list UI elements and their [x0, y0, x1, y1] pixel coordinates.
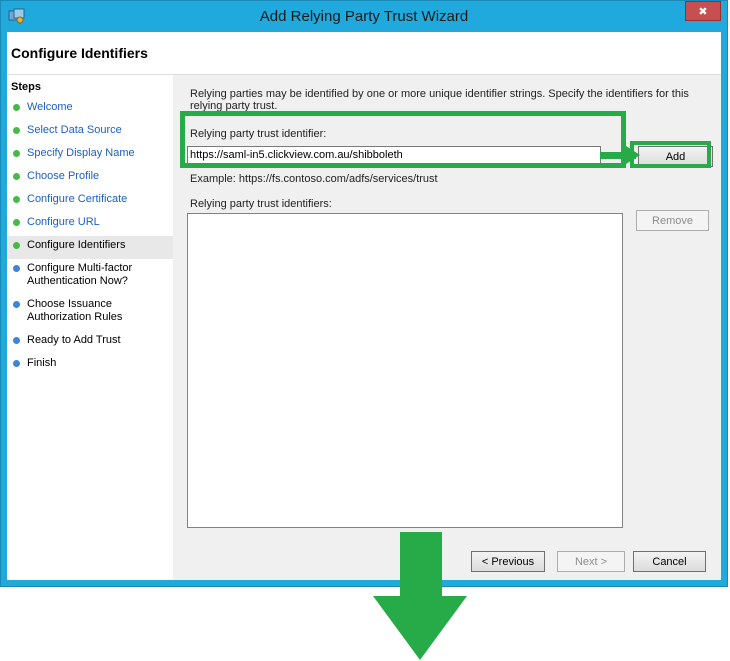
- step-pending-icon: [13, 360, 20, 367]
- step-label: Ready to Add Trust: [27, 334, 121, 346]
- cancel-button[interactable]: Cancel: [633, 551, 706, 572]
- steps-heading: Steps: [11, 81, 41, 93]
- previous-button[interactable]: < Previous: [471, 551, 545, 572]
- title-bar[interactable]: Add Relying Party Trust Wizard ✖: [1, 1, 727, 32]
- step-current-icon: [13, 242, 20, 249]
- annotation-arrow-down-icon: [373, 532, 467, 660]
- page-header: Configure Identifiers: [7, 32, 721, 75]
- step-label: Configure URL: [27, 216, 100, 228]
- step-label: Select Data Source: [27, 124, 122, 136]
- step-pending-icon: [13, 265, 20, 272]
- step-welcome[interactable]: Welcome: [7, 101, 173, 114]
- step-configure-url[interactable]: Configure URL: [7, 216, 173, 229]
- step-finish: Finish: [7, 357, 173, 370]
- identifiers-list[interactable]: [187, 213, 623, 528]
- step-choose-issuance-rules: Choose Issuance Authorization Rules: [7, 298, 137, 324]
- step-label: Finish: [27, 357, 57, 369]
- step-select-data-source[interactable]: Select Data Source: [7, 124, 173, 137]
- step-complete-icon: [13, 173, 20, 180]
- step-label: Specify Display Name: [27, 147, 135, 159]
- step-complete-icon: [13, 219, 20, 226]
- next-button[interactable]: Next >: [557, 551, 625, 572]
- annotation-highlight-add-button: [630, 141, 711, 168]
- step-configure-identifiers[interactable]: Configure Identifiers: [7, 236, 173, 259]
- annotation-highlight-identifier: [180, 111, 626, 168]
- step-configure-mfa: Configure Multi-factor Authentication No…: [7, 262, 137, 288]
- step-complete-icon: [13, 104, 20, 111]
- page-title: Configure Identifiers: [11, 45, 148, 61]
- step-label: Choose Issuance Authorization Rules: [27, 298, 123, 323]
- steps-panel: Steps Welcome Select Data Source Specify…: [7, 75, 173, 580]
- close-button[interactable]: ✖: [685, 1, 721, 21]
- step-complete-icon: [13, 196, 20, 203]
- example-text: Example: https://fs.contoso.com/adfs/ser…: [190, 173, 438, 185]
- step-ready-to-add-trust: Ready to Add Trust: [7, 334, 173, 347]
- step-specify-display-name[interactable]: Specify Display Name: [7, 147, 173, 160]
- step-complete-icon: [13, 150, 20, 157]
- description-text: Relying parties may be identified by one…: [190, 88, 689, 112]
- step-pending-icon: [13, 301, 20, 308]
- step-pending-icon: [13, 337, 20, 344]
- step-choose-profile[interactable]: Choose Profile: [7, 170, 173, 183]
- close-icon: ✖: [698, 5, 708, 18]
- step-label: Welcome: [27, 101, 73, 113]
- window-title: Add Relying Party Trust Wizard: [259, 8, 469, 25]
- step-complete-icon: [13, 127, 20, 134]
- step-configure-certificate[interactable]: Configure Certificate: [7, 193, 173, 206]
- wizard-window: Add Relying Party Trust Wizard ✖ Configu…: [0, 0, 728, 587]
- step-label: Configure Multi-factor Authentication No…: [27, 262, 133, 287]
- step-label: Configure Identifiers: [27, 239, 126, 251]
- identifiers-list-label: Relying party trust identifiers:: [190, 198, 332, 210]
- step-label: Configure Certificate: [27, 193, 128, 205]
- step-label: Choose Profile: [27, 170, 100, 182]
- remove-button[interactable]: Remove: [636, 210, 709, 231]
